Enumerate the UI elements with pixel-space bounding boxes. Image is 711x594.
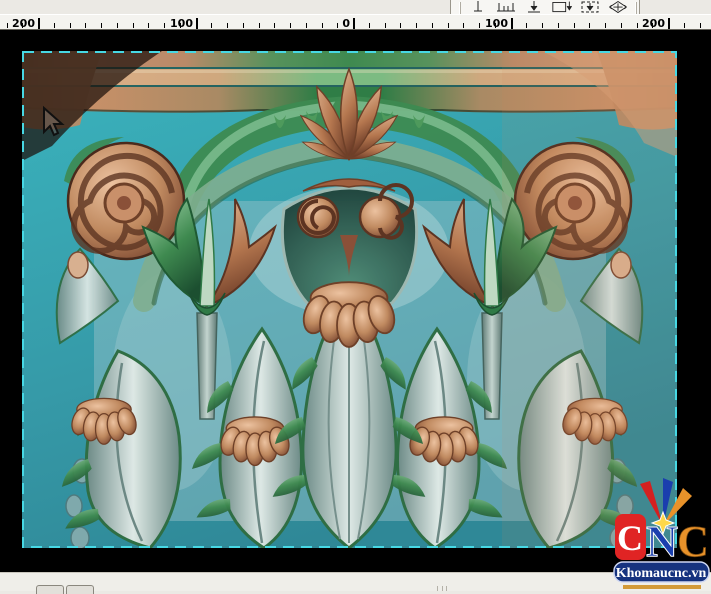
ruler-minor-tick — [574, 23, 575, 28]
brand-letter-n: N — [646, 517, 678, 566]
ruler-minor-tick — [117, 23, 118, 28]
ruler-minor-tick — [227, 23, 228, 28]
ruler-minor-tick — [101, 23, 102, 28]
ruler-major-tick — [353, 18, 355, 29]
ruler-major-tick — [196, 18, 198, 29]
ruler-minor-tick — [243, 23, 244, 28]
ruler-minor-tick — [211, 23, 212, 28]
toolbar-panel — [450, 0, 640, 14]
ruler-minor-tick — [605, 23, 606, 28]
ruler-minor-tick — [463, 23, 464, 28]
ruler-minor-tick — [259, 23, 260, 28]
ruler-label: 200 — [642, 17, 665, 30]
horizontal-ruler: 200 100 0 100 200 — [0, 14, 711, 30]
ruler-minor-tick — [448, 23, 449, 28]
ruler-minor-tick — [542, 23, 543, 28]
dimension-marks-icon[interactable] — [495, 1, 517, 14]
ruler-minor-tick — [684, 23, 685, 28]
ruler-major-tick — [38, 18, 40, 29]
ruler-label: 0 — [342, 17, 350, 30]
brand-letter-c2: C — [677, 517, 709, 566]
cnc-watermark: C N C Khomaucnc.vn — [613, 476, 711, 590]
ruler-minor-tick — [70, 23, 71, 28]
ruler-minor-tick — [369, 23, 370, 28]
ruler-minor-tick — [164, 23, 165, 28]
status-splitter[interactable] — [437, 586, 447, 591]
drop-arrow-icon[interactable] — [523, 1, 545, 14]
ruler-minor-tick — [7, 23, 8, 28]
paste-rect-down-icon[interactable] — [551, 1, 573, 14]
site-badge: Khomaucnc.vn — [614, 562, 709, 589]
ruler-minor-tick — [526, 23, 527, 28]
ruler-major-tick — [511, 18, 513, 29]
brand-letter-c1: C — [617, 518, 643, 558]
ruler-major-tick — [668, 18, 670, 29]
ruler-minor-tick — [85, 23, 86, 28]
transform-diamond-icon[interactable] — [607, 1, 629, 14]
ruler-minor-tick — [274, 23, 275, 28]
site-label: Khomaucnc.vn — [616, 566, 707, 581]
ruler-minor-tick — [133, 23, 134, 28]
ruler-label: 200 — [12, 17, 35, 30]
ruler-minor-tick — [337, 23, 338, 28]
ruler-minor-tick — [700, 23, 701, 28]
ruler-minor-tick — [54, 23, 55, 28]
ruler-minor-tick — [637, 23, 638, 28]
ruler-minor-tick — [306, 23, 307, 28]
measure-tool-icon[interactable] — [467, 1, 489, 14]
ruler-minor-tick — [479, 23, 480, 28]
ruler-minor-tick — [385, 23, 386, 28]
ruler-minor-tick — [148, 23, 149, 28]
status-bar — [0, 572, 711, 591]
ruler-minor-tick — [558, 23, 559, 28]
ruler-label: 100 — [485, 17, 508, 30]
toolbar-separator — [635, 2, 637, 14]
import-down-icon[interactable] — [579, 1, 601, 14]
ruler-minor-tick — [621, 23, 622, 28]
model-viewport-canvas[interactable] — [22, 51, 677, 548]
brand-letters: C N C — [615, 514, 709, 566]
ruler-minor-tick — [416, 23, 417, 28]
ruler-label: 100 — [170, 17, 193, 30]
ruler-minor-tick — [400, 23, 401, 28]
ruler-minor-tick — [290, 23, 291, 28]
badge-underline — [623, 585, 701, 589]
toolbar-separator — [459, 2, 461, 14]
toolbar-row — [0, 0, 711, 14]
ruler-minor-tick — [589, 23, 590, 28]
ruler-minor-tick — [322, 23, 323, 28]
cnc-software-window: { "app": { "description": "CNC relief mo… — [0, 0, 711, 590]
ruler-minor-tick — [432, 23, 433, 28]
